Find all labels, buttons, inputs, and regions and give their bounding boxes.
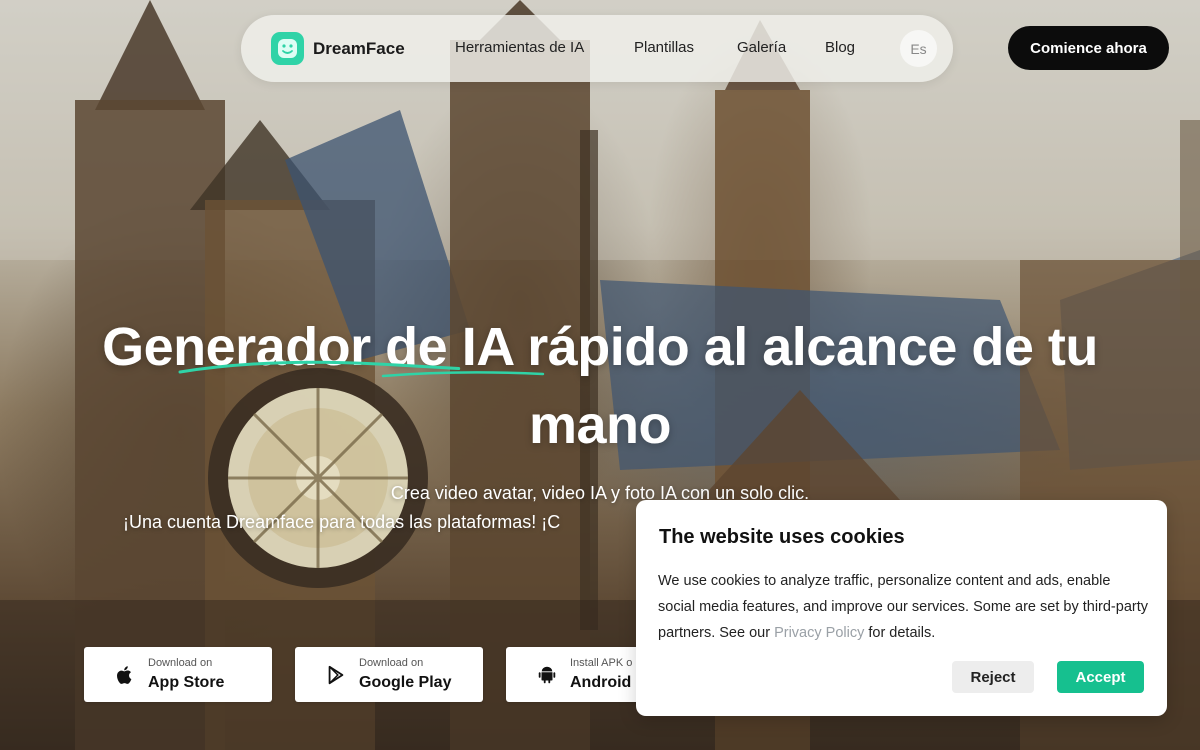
- reject-cookies-button[interactable]: Reject: [952, 661, 1034, 693]
- app-store-button[interactable]: Download on App Store: [84, 647, 272, 702]
- google-play-label: Google Play: [359, 674, 452, 691]
- cookie-description: We use cookies to analyze traffic, perso…: [658, 568, 1148, 646]
- android-icon: [538, 666, 556, 684]
- play-icon: [328, 665, 344, 685]
- cookie-text-after-link: for details.: [864, 625, 936, 641]
- language-selector[interactable]: Es: [900, 30, 937, 67]
- title-underline-decoration: [178, 360, 545, 378]
- android-label: Android: [570, 674, 632, 691]
- apple-icon: [117, 666, 132, 684]
- nav-link-herramientas[interactable]: Herramientas de IA: [455, 39, 584, 56]
- google-play-button[interactable]: Download on Google Play: [295, 647, 483, 702]
- google-play-caption: Download on: [359, 657, 424, 669]
- page: DreamFace Herramientas de IA Plantillas …: [0, 0, 1200, 750]
- accept-cookies-button[interactable]: Accept: [1057, 661, 1144, 693]
- android-caption: Install APK o: [570, 657, 633, 669]
- cookie-title: The website uses cookies: [659, 526, 905, 548]
- nav-link-blog[interactable]: Blog: [825, 39, 855, 56]
- hero-title-line2: mano: [528, 395, 672, 455]
- top-nav: DreamFace Herramientas de IA Plantillas …: [241, 15, 953, 82]
- get-started-button[interactable]: Comience ahora: [1008, 26, 1169, 70]
- nav-link-galeria[interactable]: Galería: [737, 39, 786, 56]
- hero-title: Generador de IA rápido al alcance de tu …: [40, 308, 1160, 464]
- brand-logo[interactable]: DreamFace: [271, 32, 405, 65]
- app-store-caption: Download on: [148, 657, 213, 669]
- app-store-label: App Store: [148, 674, 225, 691]
- privacy-policy-link[interactable]: Privacy Policy: [774, 625, 864, 641]
- cookie-consent-dialog: The website uses cookies We use cookies …: [636, 500, 1167, 716]
- brand-name: DreamFace: [313, 38, 405, 58]
- dreamface-logo-icon: [271, 32, 304, 65]
- nav-link-plantillas[interactable]: Plantillas: [634, 39, 694, 56]
